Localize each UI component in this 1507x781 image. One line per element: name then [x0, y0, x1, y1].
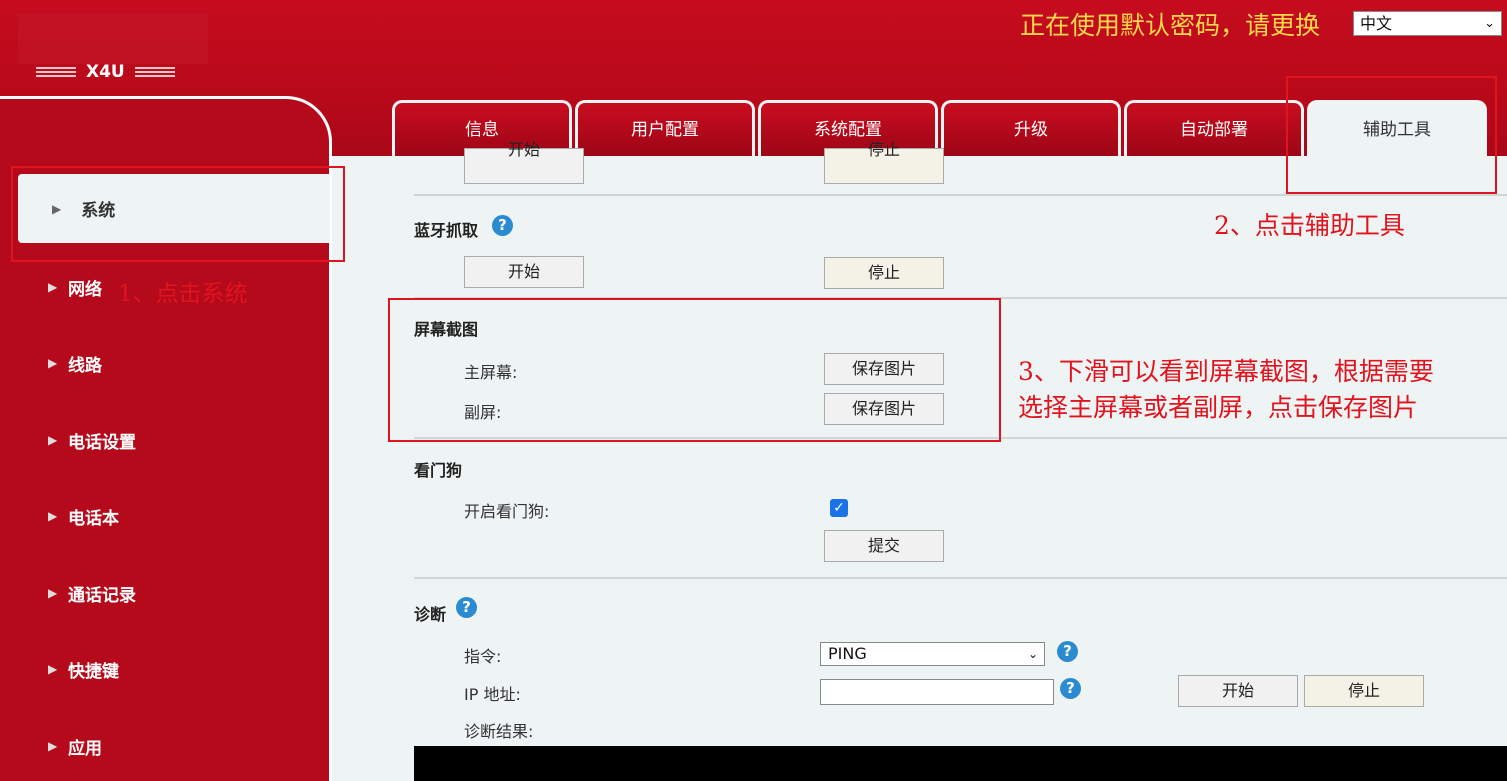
watchdog-enable-label: 开启看门狗: — [464, 502, 550, 521]
annotation-step2: 2、点击辅助工具 — [1214, 211, 1405, 240]
sidebar-item-label: 应用 — [68, 738, 102, 759]
partial-stop-button[interactable]: 停止 — [824, 140, 944, 184]
chevron-right-icon: ▶ — [48, 739, 58, 753]
model-badge: X4U — [36, 60, 196, 84]
sidebar-item-label: 电话设置 — [68, 432, 136, 453]
divider — [414, 194, 1507, 196]
help-icon[interactable]: ? — [1057, 641, 1078, 662]
sidebar-item-label: 快捷键 — [68, 661, 119, 682]
bluetooth-capture-title: 蓝牙抓取 — [414, 221, 479, 240]
default-password-warning: 正在使用默认密码，请更换 — [1020, 11, 1321, 40]
sidebar-item-label: 线路 — [68, 355, 102, 376]
diagnosis-result-output — [414, 746, 1507, 781]
help-icon[interactable]: ? — [456, 597, 477, 618]
bluetooth-stop-button[interactable]: 停止 — [824, 257, 944, 289]
sidebar-item-apps[interactable]: ▶ 应用 — [48, 731, 308, 761]
diagnosis-start-button[interactable]: 开始 — [1178, 675, 1298, 707]
language-select-value: 中文 — [1360, 14, 1393, 33]
chevron-down-icon: ⌄ — [1027, 647, 1038, 661]
sidebar-item-lines[interactable]: ▶ 线路 — [48, 348, 308, 378]
annotation-box-tools-tab — [1286, 76, 1497, 194]
chevron-right-icon: ▶ — [48, 662, 58, 676]
help-icon[interactable]: ? — [492, 215, 513, 236]
ip-address-label: IP 地址: — [464, 685, 521, 704]
button-label: 开始 — [507, 140, 540, 159]
partial-start-button[interactable]: 开始 — [464, 140, 584, 184]
annotation-step1: 1、点击系统 — [118, 281, 248, 307]
decor-lines-icon — [36, 67, 76, 77]
chevron-right-icon: ▶ — [48, 356, 58, 370]
help-icon[interactable]: ? — [1060, 678, 1081, 699]
chevron-right-icon: ▶ — [48, 280, 58, 294]
diagnosis-stop-button[interactable]: 停止 — [1304, 675, 1424, 707]
annotation-box-screenshot — [388, 298, 1001, 442]
divider — [414, 577, 1507, 579]
sidebar-item-label: 网络 — [68, 279, 102, 300]
annotation-box-system — [11, 166, 345, 262]
sidebar-item-shortcuts[interactable]: ▶ 快捷键 — [48, 654, 308, 684]
logo — [18, 14, 208, 64]
button-label: 停止 — [867, 140, 900, 159]
sidebar-item-label: 通话记录 — [68, 585, 136, 606]
tab-auto-provision[interactable]: 自动部署 — [1124, 100, 1304, 156]
model-name: X4U — [86, 62, 125, 82]
watchdog-enable-checkbox[interactable]: ✓ — [830, 499, 848, 517]
diagnosis-title: 诊断 — [414, 605, 447, 624]
tab-upgrade[interactable]: 升级 — [941, 100, 1121, 156]
ip-address-input[interactable] — [820, 679, 1054, 705]
command-select-value: PING — [828, 644, 867, 663]
chevron-right-icon: ▶ — [48, 586, 58, 600]
watchdog-submit-button[interactable]: 提交 — [824, 530, 944, 562]
decor-lines-icon — [134, 67, 175, 77]
annotation-step3-line2: 选择主屏幕或者副屏，点击保存图片 — [1018, 393, 1419, 422]
command-select[interactable]: PING ⌄ — [820, 642, 1045, 666]
command-label: 指令: — [464, 647, 502, 666]
sidebar-item-label: 电话本 — [68, 508, 119, 529]
sidebar-item-call-log[interactable]: ▶ 通话记录 — [48, 578, 308, 608]
bluetooth-start-button[interactable]: 开始 — [464, 256, 584, 288]
tab-user-config[interactable]: 用户配置 — [575, 100, 755, 156]
language-select[interactable]: 中文 ⌄ — [1353, 11, 1502, 36]
chevron-right-icon: ▶ — [48, 433, 58, 447]
main-content: 开始 停止 蓝牙抓取 ? 开始 停止 屏幕截图 主屏幕: 保存图片 副屏: 保存… — [332, 140, 1507, 781]
watchdog-title: 看门狗 — [414, 461, 463, 480]
annotation-step3-line1: 3、下滑可以看到屏幕截图，根据需要 — [1018, 357, 1434, 386]
sidebar-item-phone-settings[interactable]: ▶ 电话设置 — [48, 425, 308, 455]
chevron-down-icon: ⌄ — [1484, 16, 1495, 31]
chevron-right-icon: ▶ — [48, 509, 58, 523]
sidebar-item-phonebook[interactable]: ▶ 电话本 — [48, 501, 308, 531]
diagnosis-result-label: 诊断结果: — [464, 722, 534, 741]
